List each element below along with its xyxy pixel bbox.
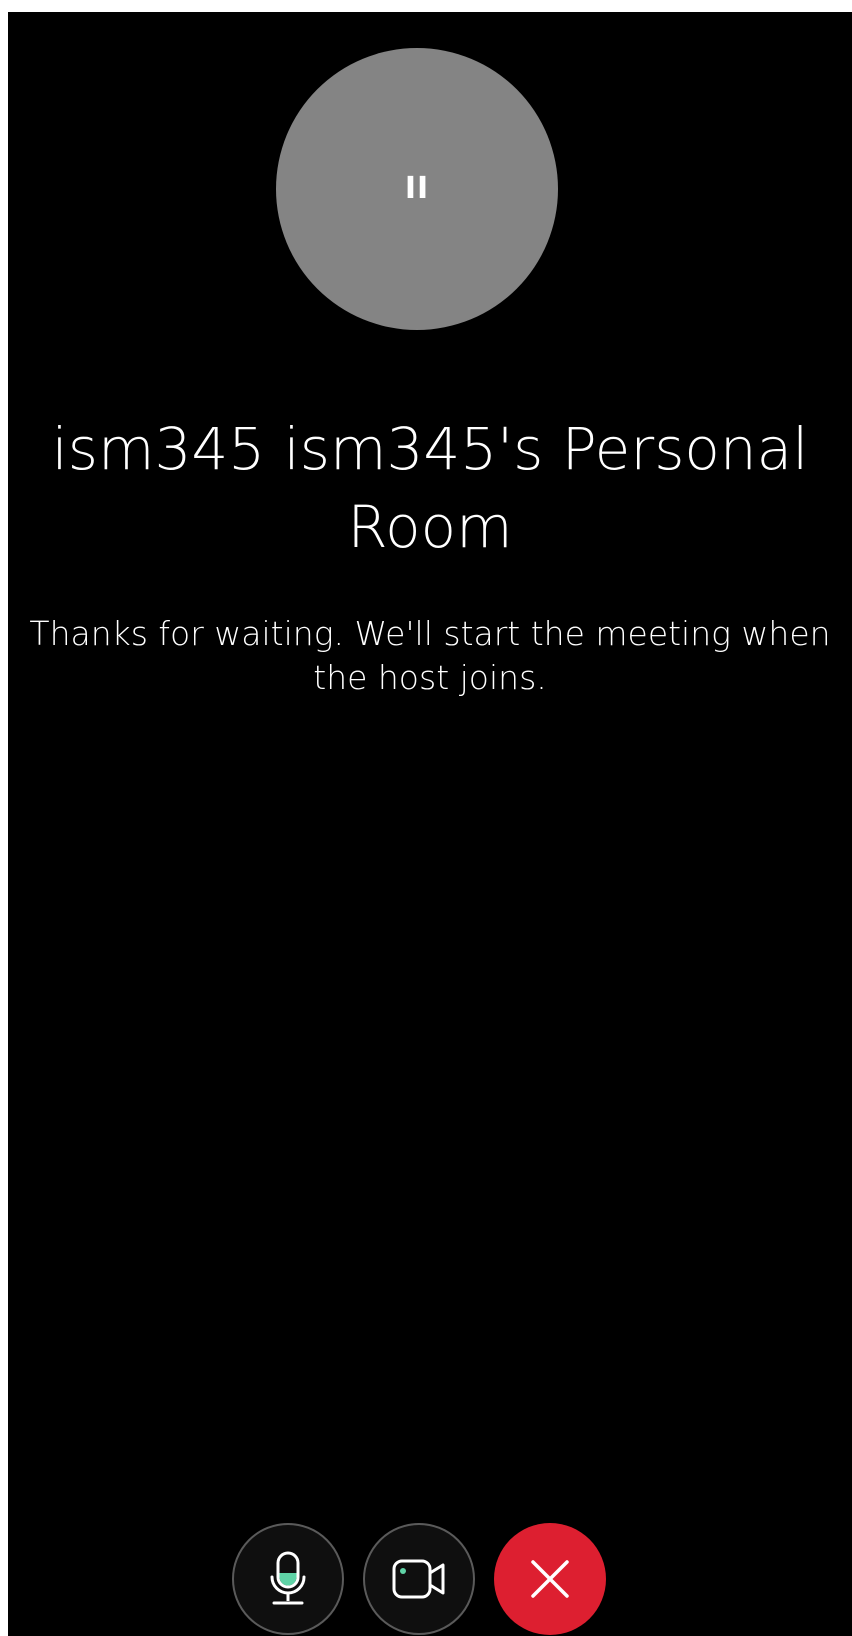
host-initials: II (404, 171, 430, 206)
waiting-message: Thanks for waiting. We'll start the meet… (29, 614, 831, 697)
call-controls (8, 1523, 852, 1635)
meeting-title: ism345 ism345's Personal Room (51, 415, 809, 561)
video-camera-icon (392, 1559, 445, 1599)
microphone-icon (270, 1551, 306, 1605)
mute-button[interactable] (232, 1523, 344, 1635)
video-button[interactable] (363, 1523, 475, 1635)
close-icon (531, 1560, 569, 1598)
leave-button[interactable] (494, 1523, 606, 1635)
host-avatar: II (276, 48, 558, 330)
meeting-lobby-screen: II ism345 ism345's Personal Room Thanks … (8, 12, 852, 1636)
